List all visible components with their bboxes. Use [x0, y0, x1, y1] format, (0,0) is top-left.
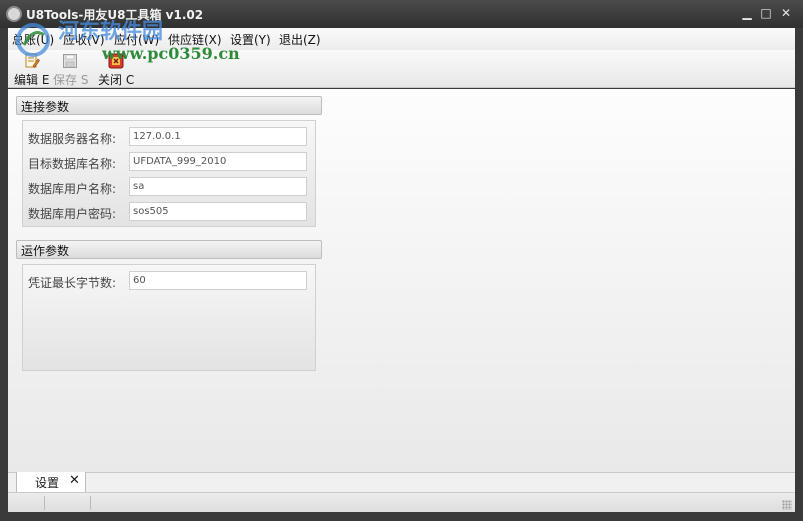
status-separator — [90, 496, 91, 510]
operation-params-header: 运作参数 — [16, 240, 322, 259]
menu-bar: 总账(U) 应收(V) 应付(W) 供应链(X) 设置(Y) 退出(Z) — [8, 28, 795, 50]
title-bar[interactable]: U8Tools-用友U8工具箱 v1.02 ▁ □ ✕ — [0, 0, 803, 28]
db-password-label: 数据库用户密码: — [28, 207, 117, 221]
db-password-input[interactable] — [129, 202, 307, 221]
document-tab-strip: 设置 ✕ — [8, 472, 795, 493]
save-icon[interactable] — [62, 53, 78, 69]
window-title: U8Tools-用友U8工具箱 v1.02 — [26, 8, 204, 22]
menu-item-supply-chain[interactable]: 供应链(X) — [168, 31, 222, 48]
close-button[interactable]: 关闭 C — [98, 71, 134, 88]
minimize-button[interactable]: ▁ — [739, 5, 755, 21]
edit-button[interactable]: 编辑 E — [14, 71, 49, 88]
max-voucher-bytes-label: 凭证最长字节数: — [28, 276, 117, 290]
save-button[interactable]: 保存 S — [53, 71, 88, 88]
edit-document-icon[interactable] — [24, 53, 40, 69]
menu-item-general-ledger[interactable]: 总账(U) — [12, 31, 54, 48]
toolbar: 编辑 E 保存 S 关闭 C — [8, 50, 795, 88]
database-name-label: 目标数据库名称: — [28, 157, 117, 171]
menu-item-exit[interactable]: 退出(Z) — [279, 31, 321, 48]
app-window: U8Tools-用友U8工具箱 v1.02 ▁ □ ✕ 总账(U) 应收(V) … — [0, 0, 803, 521]
menu-item-settings[interactable]: 设置(Y) — [230, 31, 271, 48]
settings-panel: 连接参数 数据服务器名称: 目标数据库名称: 数据库用户名称: 数据库用户密码:… — [8, 89, 795, 472]
operation-params-title: 运作参数 — [21, 244, 70, 258]
tab-settings[interactable]: 设置 ✕ — [16, 472, 86, 493]
app-icon[interactable] — [6, 6, 22, 22]
status-bar — [8, 492, 795, 512]
db-username-input[interactable] — [129, 177, 307, 196]
menu-item-payables[interactable]: 应付(W) — [114, 31, 159, 48]
resize-grip-icon[interactable] — [782, 500, 792, 510]
database-name-input[interactable] — [129, 152, 307, 171]
connection-params-group: 数据服务器名称: 目标数据库名称: 数据库用户名称: 数据库用户密码: — [22, 120, 316, 227]
close-exit-icon[interactable] — [108, 53, 124, 69]
maximize-button[interactable]: □ — [758, 5, 774, 21]
server-name-label: 数据服务器名称: — [28, 132, 117, 146]
max-voucher-bytes-input[interactable] — [129, 271, 307, 290]
menu-item-receivables[interactable]: 应收(V) — [63, 31, 105, 48]
connection-params-header: 连接参数 — [16, 96, 322, 115]
connection-params-title: 连接参数 — [21, 100, 70, 114]
db-username-label: 数据库用户名称: — [28, 182, 117, 196]
operation-params-group: 凭证最长字节数: — [22, 264, 316, 371]
tab-settings-label: 设置 — [35, 476, 60, 490]
server-name-input[interactable] — [129, 127, 307, 146]
tab-close-icon[interactable]: ✕ — [69, 473, 80, 489]
close-window-button[interactable]: ✕ — [778, 5, 794, 21]
status-separator — [44, 496, 45, 510]
